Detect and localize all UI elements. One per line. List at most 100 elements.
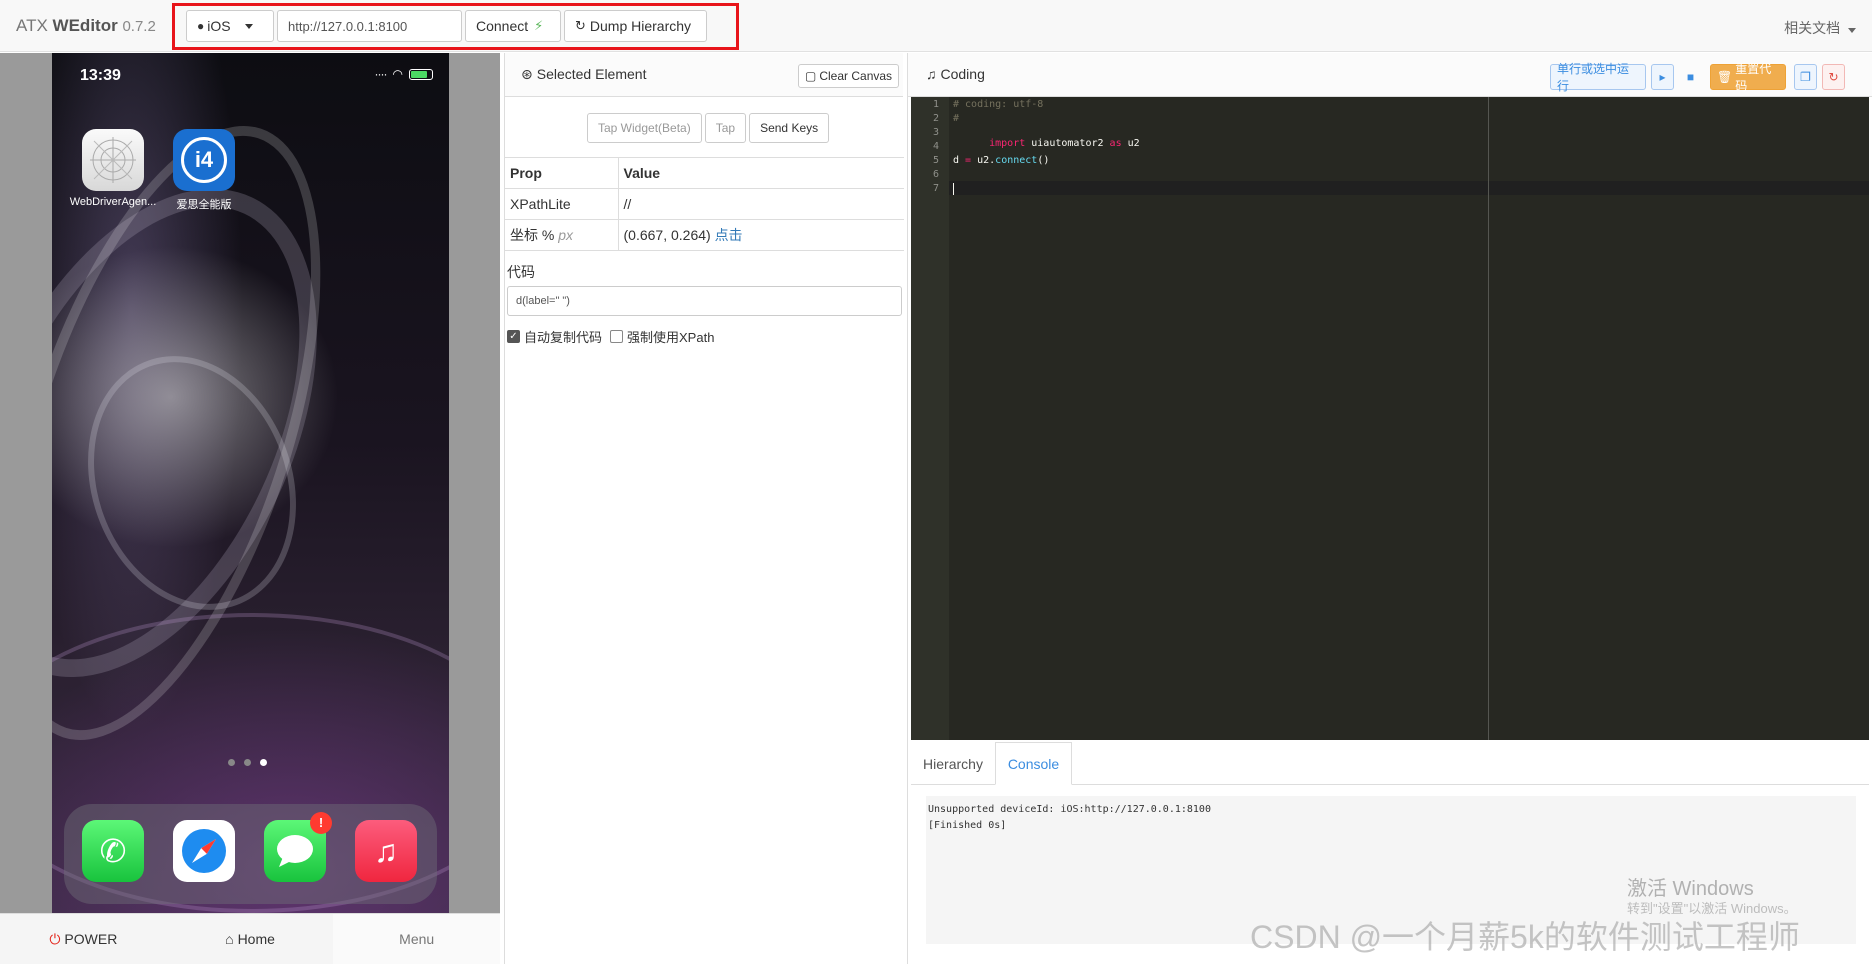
refresh-icon[interactable]: ↻ [1822,64,1845,90]
inspector-title: ⊛ Selected Element [521,66,646,83]
prop-name: 坐标 % px [505,219,619,251]
wifi-icon: ◠ [392,67,403,81]
run-line-button[interactable]: 单行或选中运行 [1550,62,1646,93]
as-keyword: as [1109,138,1122,149]
power-button[interactable]: ⏻ POWER [0,913,167,964]
plug-icon: ⚡ [534,18,544,33]
tab-console[interactable]: Console [995,742,1072,785]
code-line: # coding: utf-8 [953,99,1044,110]
device-url-value: http://127.0.0.1:8100 [288,18,408,34]
menu-button[interactable]: Menu [333,913,501,964]
page-dot [228,759,235,766]
prop-name-text: 坐标 % [510,227,555,243]
brand: ATX WEditor 0.7.2 [16,16,156,36]
action-buttons: Tap Widget(Beta) Tap Send Keys [587,113,830,143]
refresh-icon: ↻ [575,18,586,33]
apple-icon: ● [197,19,205,33]
line-number: 6 [932,169,939,180]
line-gutter: 1 2 3 4 5 6 7 [911,97,949,740]
send-keys-button[interactable]: Send Keys [749,113,830,143]
click-link[interactable]: 点击 [715,227,743,243]
prop-name: XPathLite [505,188,619,220]
i4-logo-icon: i4 [181,137,227,183]
tap-button[interactable]: Tap [704,113,747,143]
code-field[interactable]: d(label=" ") [507,286,902,316]
docs-label: 相关文档 [1784,20,1841,36]
page-dot-active [260,759,267,766]
home-icon: ⌂ [225,931,234,947]
code-value: d(label=" ") [516,295,570,307]
signal-icon: ···· [374,67,388,81]
console-line: Unsupported deviceId: iOS:http://127.0.0… [928,804,1211,815]
safari-icon[interactable] [173,820,235,882]
line-number: 2 [932,113,939,124]
line-number: 5 [932,155,939,166]
code-label: 代码 [507,264,535,280]
dock: ✆ ! ♫ [64,804,437,904]
code-editor[interactable]: 1 2 3 4 5 6 7 # coding: utf-8 # import u… [911,97,1869,740]
code-line: d = u2.connect() [953,155,1050,166]
device-screen[interactable]: 13:39 ···· ◠ WebDriverAgen... i4 爱思全能版 ✆… [52,53,449,913]
properties-table: Prop Value XPathLite // 坐标 % px (0.667, … [505,157,904,251]
dump-label: Dump Hierarchy [589,18,692,34]
power-label: POWER [64,931,118,947]
coordinate-value: (0.667, 0.264) [623,227,711,243]
prop-value: (0.667, 0.264) 点击 [618,219,904,251]
prop-value: // [618,188,904,220]
table-header-row: Prop Value [505,157,904,189]
coding-panel: ♫ Coding 单行或选中运行 ▸ ■ 🗑 重置代码 ❐ ↻ 1 2 3 4 5… [907,53,1872,964]
phone-controls: ⏻ POWER ⌂ Home Menu [0,913,501,964]
device-url-input[interactable]: http://127.0.0.1:8100 [277,10,462,42]
auto-copy-label: 自动复制代码 [524,330,603,345]
platform-select[interactable]: ● iOS [186,10,274,42]
auto-copy-checkbox[interactable]: ✓ [507,330,520,343]
power-icon: ⏻ [49,930,61,947]
clear-canvas-button[interactable]: ▢ Clear Canvas [798,64,900,88]
dump-hierarchy-button[interactable]: ↻ Dump Hierarchy [564,10,707,42]
battery-icon [409,68,433,80]
active-line [949,181,1869,195]
page-dot [244,759,251,766]
play-icon[interactable]: ▸ [1651,64,1674,90]
stop-icon[interactable]: ■ [1679,64,1702,90]
brand-prefix: ATX [16,16,48,35]
notification-badge: ! [310,812,332,834]
tap-widget-button[interactable]: Tap Widget(Beta) [587,113,702,143]
crosshair-icon: ⊛ [521,66,533,82]
table-row: XPathLite // [505,188,904,220]
reset-code-button[interactable]: 🗑 重置代码 [1710,62,1786,93]
grid-icon [90,137,136,183]
line-number: 1 [932,99,939,110]
tab-hierarchy[interactable]: Hierarchy [911,742,995,785]
connect-call: connect [995,155,1038,166]
home-button[interactable]: ⌂ Home [166,913,334,964]
music-note-icon: ♫ [926,66,937,82]
options-row: ✓ 自动复制代码 强制使用XPath [507,327,714,346]
console-line: [Finished 0s] [928,820,1007,831]
messages-icon[interactable]: ! [264,812,332,882]
copy-icon[interactable]: ❐ [1794,64,1817,90]
phone-icon[interactable]: ✆ [82,820,144,882]
force-xpath-label: 强制使用XPath [627,330,715,345]
chevron-down-icon [1848,28,1856,33]
column-header-prop: Prop [505,157,619,189]
music-icon[interactable]: ♫ [355,820,417,882]
phone-panel: 13:39 ···· ◠ WebDriverAgen... i4 爱思全能版 ✆… [0,53,501,964]
line-number: 4 [932,141,939,152]
table-row: 坐标 % px (0.667, 0.264) 点击 [505,219,904,251]
docs-dropdown[interactable]: 相关文档 [1784,18,1856,38]
coding-header: ♫ Coding 单行或选中运行 ▸ ■ 🗑 重置代码 ❐ ↻ [908,53,1872,97]
app-label: 爱思全能版 [176,199,232,211]
unit-toggle[interactable]: px [558,227,573,243]
column-header-value: Value [618,157,904,189]
webdriveragent-icon[interactable] [82,129,144,191]
inspector-title-text: Selected Element [536,66,647,82]
connect-button[interactable]: Connect ⚡ [465,10,561,42]
menu-label: Menu [399,931,435,947]
i4-app-icon[interactable]: i4 [173,129,235,191]
force-xpath-checkbox[interactable] [610,330,624,343]
app-label: WebDriverAgen... [69,196,157,208]
page-indicator [228,759,267,766]
compass-icon [182,829,226,873]
clear-canvas-label: Clear Canvas [819,69,893,83]
